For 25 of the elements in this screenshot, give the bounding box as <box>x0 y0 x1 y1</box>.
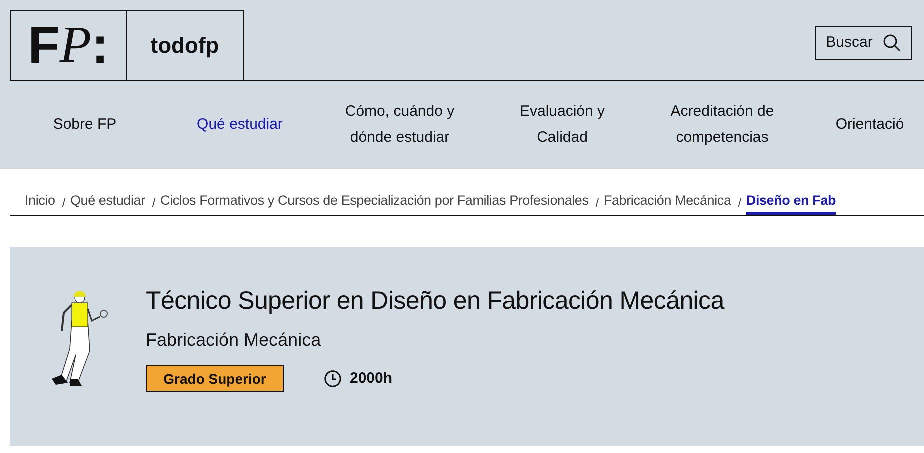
nav-link[interactable]: Cómo, cuándo y dónde estudiar <box>315 98 485 150</box>
breadcrumb-separator: / <box>738 196 742 210</box>
course-family: Fabricación Mecánica <box>146 330 322 351</box>
nav-link[interactable]: Evaluación y Calidad <box>485 98 640 150</box>
breadcrumb-separator: / <box>596 196 599 210</box>
nav-link[interactable]: Orientació <box>805 112 924 138</box>
breadcrumb-link[interactable]: Diseño en Fab <box>746 191 836 215</box>
level-badge: Grado Superior <box>146 365 284 392</box>
breadcrumb-link[interactable]: Inicio <box>25 191 56 215</box>
nav-link[interactable]: Sobre FP <box>5 112 165 138</box>
breadcrumb-link[interactable]: Qué estudiar <box>70 191 146 215</box>
search-icon <box>882 34 901 52</box>
breadcrumb-link[interactable]: Fabricación Mecánica <box>604 191 732 215</box>
breadcrumb-separator: / <box>152 196 156 210</box>
clock-icon <box>324 370 342 388</box>
nav-link[interactable]: Acreditación de competencias <box>640 98 805 150</box>
logo-mark: FP: <box>11 11 127 80</box>
site-logo[interactable]: FP: todofp <box>10 10 244 80</box>
course-duration: 2000h <box>350 370 393 387</box>
search-button[interactable]: Buscar <box>815 26 912 60</box>
nav-link[interactable]: Qué estudiar <box>165 112 315 138</box>
course-title: Técnico Superior en Diseño en Fabricación Mecánica <box>146 287 724 316</box>
breadcrumb-separator: / <box>62 196 66 210</box>
breadcrumb-link[interactable]: Ciclos Formativos y Cursos de Especialización por Familias Profesionales <box>160 191 589 215</box>
logo-name: todofp <box>150 32 220 60</box>
